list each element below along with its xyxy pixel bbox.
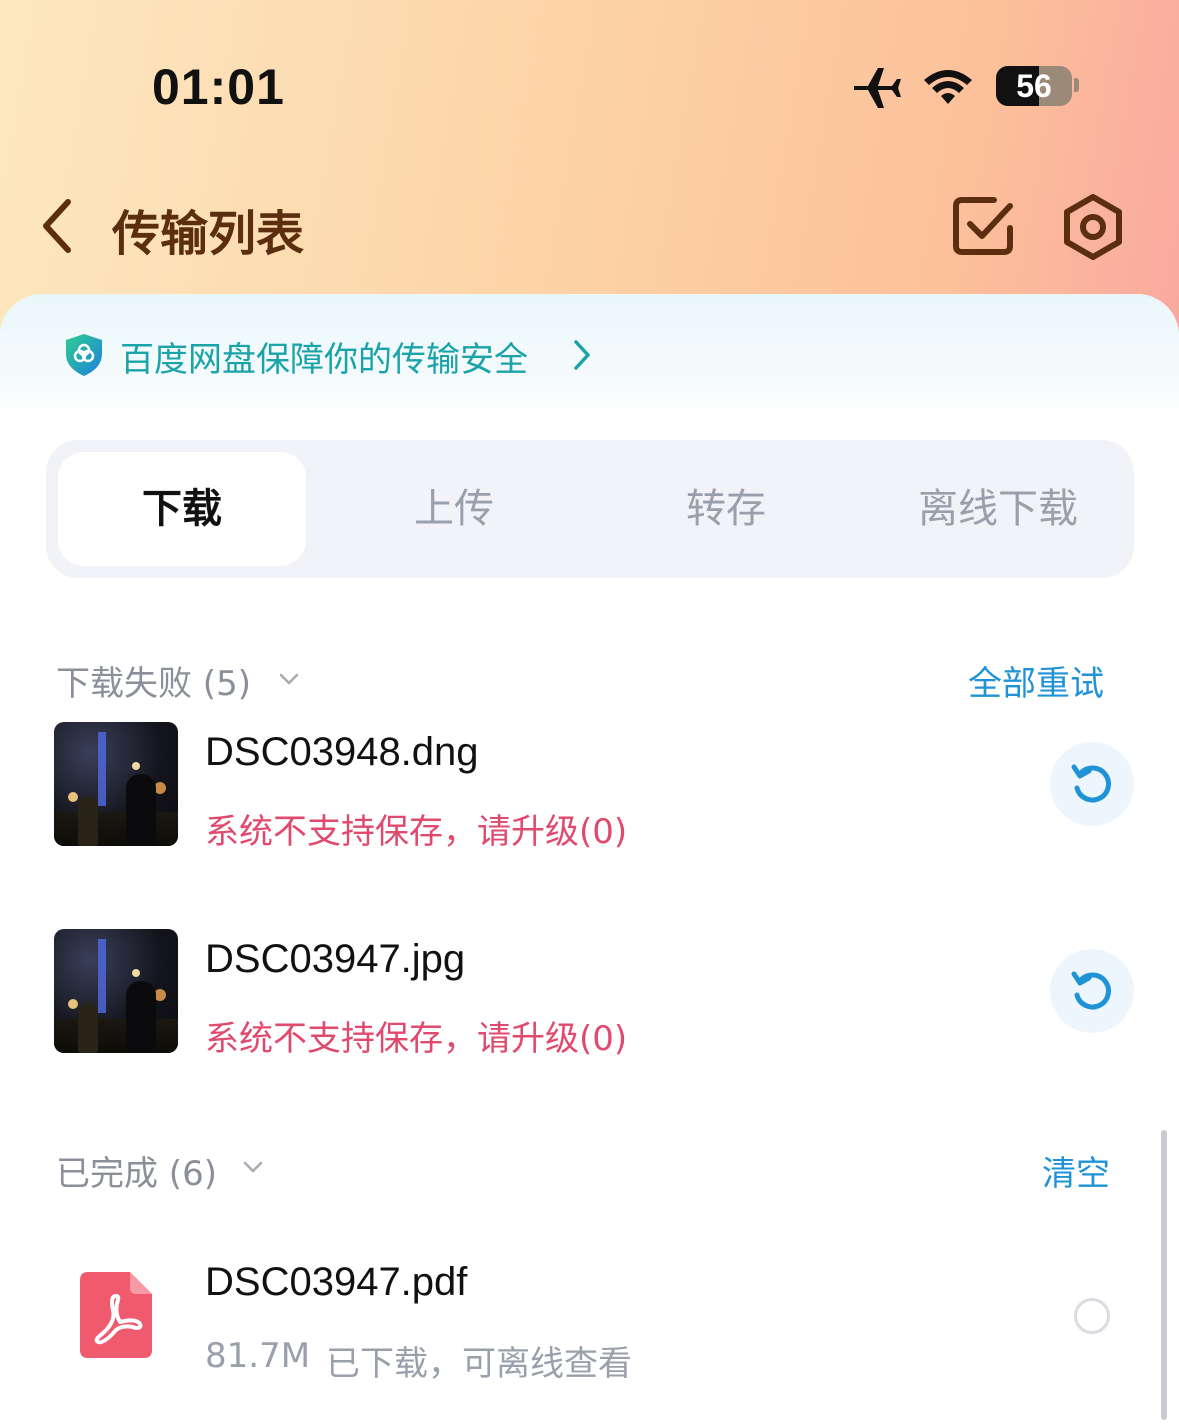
retry-button[interactable] [1050,742,1134,826]
file-status: 已下载，可离线查看 [326,1344,632,1384]
page-title: 传输列表 [112,206,305,262]
thumbnail-detail [132,969,140,977]
chevron-down-icon[interactable] [242,1160,264,1174]
thumbnail-detail [98,732,106,806]
tab-upload[interactable]: 上传 [318,452,590,566]
shield-icon [66,334,102,376]
file-name[interactable]: DSC03948.dng [205,730,479,775]
chevron-down-icon[interactable] [278,672,300,686]
scrollbar[interactable] [1161,1130,1167,1420]
file-name[interactable]: DSC03947.pdf [205,1260,467,1305]
completed-section-title[interactable]: 已完成 (6) [56,1146,217,1195]
file-name[interactable]: DSC03947.jpg [205,937,465,982]
retry-all-button[interactable]: 全部重试 [968,656,1104,705]
thumbnail-detail [98,939,106,1013]
security-banner-text[interactable]: 百度网盘保障你的传输安全 [120,332,528,381]
file-error-status: 系统不支持保存，请升级(0) [205,812,628,852]
failed-section-title[interactable]: 下载失败 (5) [56,656,251,705]
tab-offline-download[interactable]: 离线下载 [862,452,1134,566]
checkbox-icon[interactable] [950,194,1018,258]
airplane-mode-icon [854,68,901,108]
retry-icon [1071,971,1111,1010]
status-time: 01:01 [152,59,285,115]
chevron-right-icon[interactable] [570,338,594,372]
thumbnail-detail [126,981,156,1053]
wifi-icon [924,70,972,104]
back-button[interactable] [34,194,84,258]
thumbnail-detail [132,762,140,770]
thumbnail-detail [54,812,178,846]
tab-save-transfer[interactable]: 转存 [590,452,862,566]
thumbnail-detail [68,999,78,1009]
retry-button[interactable] [1050,949,1134,1033]
file-size: 81.7M [205,1336,311,1376]
file-thumbnail[interactable] [54,929,178,1053]
battery-indicator: 56 [996,66,1072,106]
thumbnail-detail [78,1003,98,1053]
file-thumbnail[interactable] [54,722,178,846]
thumbnail-detail [126,774,156,846]
thumbnail-detail [78,796,98,846]
battery-level: 56 [1016,68,1052,104]
select-checkbox[interactable] [1074,1298,1110,1334]
retry-icon [1071,764,1111,803]
file-error-status: 系统不支持保存，请升级(0) [205,1019,628,1059]
settings-icon[interactable] [1058,192,1128,262]
clear-button[interactable]: 清空 [1042,1146,1110,1195]
tab-download[interactable]: 下载 [58,452,306,566]
thumbnail-detail [68,792,78,802]
pdf-file-icon[interactable] [80,1272,152,1358]
transfer-list-screen: 01:01 56 传输列表 百度网盘保障你的传输安全 下载 上传 转存 离线下载… [0,0,1179,1427]
transfer-tabs: 下载 上传 转存 离线下载 [46,440,1134,578]
thumbnail-detail [54,1019,178,1053]
battery-nub [1074,78,1079,92]
